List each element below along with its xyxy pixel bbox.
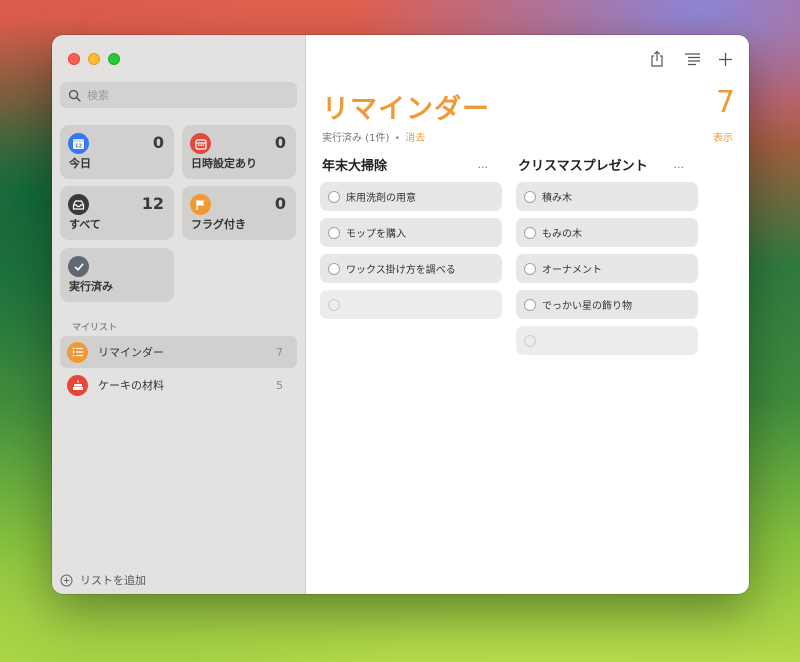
section-header: 年末大掃除 ...: [320, 153, 502, 175]
completed-text: 実行済み (1件): [322, 133, 390, 144]
clear-completed-button[interactable]: 消去: [405, 133, 425, 144]
section-header: クリスマスプレゼント ...: [516, 153, 698, 175]
sidebar-item-count: 7: [276, 345, 283, 359]
list-bullet-icon: [67, 341, 88, 363]
flagged-count: 0: [274, 194, 286, 213]
section-column: クリスマスプレゼント ... 積み木 もみの木 オーナメント でっかい星の飾り物: [516, 153, 698, 355]
reminder-title[interactable]: でっかい星の飾り物: [542, 297, 632, 312]
reminder-checkbox[interactable]: [524, 226, 536, 239]
reminder-title[interactable]: モップを購入: [346, 225, 406, 240]
total-count: 7: [715, 85, 735, 120]
add-list-button[interactable]: リストを追加: [60, 572, 146, 588]
add-reminder-button[interactable]: [715, 49, 735, 69]
today-label: 今日: [69, 157, 91, 170]
reminder-checkbox: [524, 334, 536, 347]
window-controls: [68, 53, 120, 65]
flagged-label: フラグ付き: [191, 218, 246, 231]
page-title: リマインダー: [322, 94, 490, 125]
reminder-item[interactable]: でっかい星の飾り物: [516, 290, 698, 319]
all-count: 12: [141, 194, 164, 213]
reminders-window: 12 0 今日 0 日時設定あり 12 すべて 0 フラグ付き: [52, 35, 749, 594]
sort-icon: [684, 53, 700, 66]
search-field[interactable]: [60, 82, 297, 108]
sidebar-item-label: リマインダー: [98, 346, 164, 359]
scheduled-count: 0: [274, 133, 286, 152]
reminder-item[interactable]: 床用洗剤の用意: [320, 182, 502, 211]
calendar-date-badge: 12: [75, 144, 83, 150]
reminder-item[interactable]: もみの木: [516, 218, 698, 247]
reminder-item[interactable]: 積み木: [516, 182, 698, 211]
tray-icon: [68, 194, 89, 215]
sidebar-item-cake-ingredients[interactable]: ケーキの材料 5: [60, 369, 297, 401]
main-content: リマインダー 7 実行済み (1件) • 消去 表示 年末大掃除 ... 床用洗剤の…: [306, 35, 749, 594]
new-reminder-placeholder[interactable]: [516, 326, 698, 355]
smart-list-flagged[interactable]: 0 フラグ付き: [182, 186, 296, 240]
completed-label: 実行済み: [69, 280, 113, 293]
section-more-button[interactable]: ...: [674, 158, 685, 171]
add-list-label: リストを追加: [80, 574, 146, 587]
reminder-item[interactable]: モップを購入: [320, 218, 502, 247]
sidebar-item-label: ケーキの材料: [98, 379, 164, 392]
plus-icon: [718, 52, 732, 66]
reminder-item[interactable]: オーナメント: [516, 254, 698, 283]
search-input[interactable]: [87, 88, 277, 102]
sidebar: 12 0 今日 0 日時設定あり 12 すべて 0 フラグ付き: [52, 35, 306, 594]
share-button[interactable]: [647, 49, 667, 69]
section-more-button[interactable]: ...: [478, 158, 489, 171]
reminder-checkbox[interactable]: [524, 190, 536, 203]
calendar-today-icon: 12: [68, 133, 89, 154]
calendar-icon: [190, 133, 211, 154]
checkmark-icon: [68, 256, 89, 277]
reminder-item[interactable]: ワックス掛け方を調べる: [320, 254, 502, 283]
my-lists-heading: マイリスト: [72, 323, 118, 333]
reminder-title[interactable]: ワックス掛け方を調べる: [346, 261, 456, 276]
reminder-title[interactable]: オーナメント: [542, 261, 602, 276]
reminder-title[interactable]: 積み木: [542, 189, 572, 204]
sidebar-item-reminders[interactable]: リマインダー 7: [60, 336, 297, 368]
smart-list-completed[interactable]: 実行済み: [60, 248, 174, 302]
show-completed-button[interactable]: 表示: [713, 129, 733, 144]
minimize-window-button[interactable]: [88, 53, 100, 65]
completed-info: 実行済み (1件) • 消去: [322, 129, 425, 144]
today-count: 0: [152, 133, 164, 152]
reminder-checkbox[interactable]: [524, 262, 536, 275]
scheduled-label: 日時設定あり: [191, 157, 257, 170]
all-label: すべて: [69, 218, 101, 231]
smart-list-today[interactable]: 12 0 今日: [60, 125, 174, 179]
flag-icon: [190, 194, 211, 215]
reminder-title[interactable]: もみの木: [542, 225, 582, 240]
reminder-checkbox[interactable]: [328, 226, 340, 239]
sidebar-item-count: 5: [276, 378, 283, 392]
smart-list-scheduled[interactable]: 0 日時設定あり: [182, 125, 296, 179]
section-title[interactable]: 年末大掃除: [322, 155, 387, 174]
reminder-checkbox[interactable]: [328, 190, 340, 203]
search-icon: [68, 89, 81, 102]
section-column: 年末大掃除 ... 床用洗剤の用意 モップを購入 ワックス掛け方を調べる: [320, 153, 502, 319]
reminder-checkbox[interactable]: [328, 262, 340, 275]
close-window-button[interactable]: [68, 53, 80, 65]
separator-dot: •: [394, 133, 401, 144]
reminder-checkbox: [328, 298, 340, 311]
smart-list-all[interactable]: 12 すべて: [60, 186, 174, 240]
share-icon: [651, 50, 663, 67]
reminder-title[interactable]: 床用洗剤の用意: [346, 189, 416, 204]
cake-icon: [67, 374, 88, 396]
reminder-checkbox[interactable]: [524, 298, 536, 311]
zoom-window-button[interactable]: [108, 53, 120, 65]
section-title[interactable]: クリスマスプレゼント: [518, 155, 648, 174]
new-reminder-placeholder[interactable]: [320, 290, 502, 319]
view-options-button[interactable]: [682, 49, 702, 69]
plus-circle-icon: [60, 574, 73, 586]
